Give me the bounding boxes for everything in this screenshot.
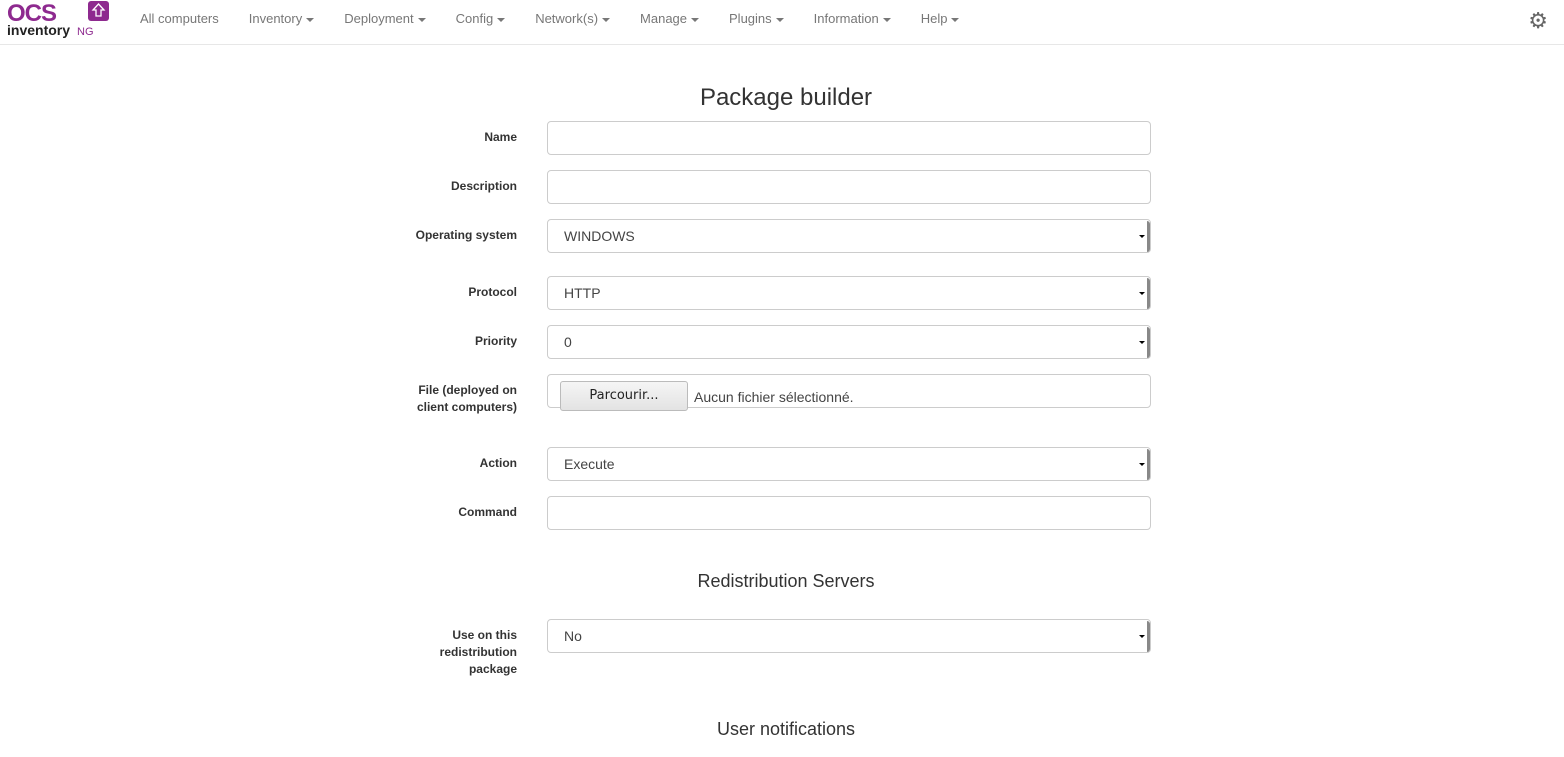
- caret-down-icon: [951, 17, 960, 22]
- dropdown-arrow-icon: [1139, 221, 1150, 252]
- command-input[interactable]: [547, 496, 1151, 530]
- nav-item-deployment[interactable]: Deployment: [329, 0, 440, 38]
- dropdown-arrow-icon: [1139, 327, 1150, 358]
- caret-down-icon: [602, 17, 611, 22]
- protocol-select[interactable]: HTTP: [547, 276, 1151, 310]
- nav-item-label: Config: [455, 11, 494, 26]
- name-input[interactable]: [547, 121, 1151, 155]
- os-value: WINDOWS: [564, 228, 635, 244]
- browse-button[interactable]: Parcourir...: [560, 381, 688, 411]
- protocol-label: Protocol: [468, 285, 517, 299]
- redistribution-title: Redistribution Servers: [697, 571, 875, 591]
- nav-item-label: Deployment: [344, 11, 414, 26]
- caret-down-icon: [882, 17, 891, 22]
- nav-item-label: All computers: [140, 11, 219, 26]
- svg-text:NG: NG: [77, 26, 94, 38]
- priority-value: 0: [564, 334, 572, 350]
- nav-item-inventory[interactable]: Inventory: [234, 0, 329, 38]
- nav-item-label: Help: [920, 11, 948, 26]
- dropdown-arrow-icon: [1139, 278, 1150, 309]
- nav-item-network-s[interactable]: Network(s): [520, 0, 625, 38]
- file-input[interactable]: Parcourir... Aucun fichier sélectionné.: [547, 374, 1151, 411]
- nav-item-label: Information: [813, 11, 879, 26]
- nav-item-label: Plugins: [729, 11, 772, 26]
- nav-item-config[interactable]: Config: [441, 0, 521, 38]
- file-label: File (deployed on client computers): [416, 383, 517, 414]
- dropdown-arrow-icon: [1139, 621, 1150, 652]
- redistribution-select[interactable]: No: [547, 619, 1151, 653]
- file-status: Aucun fichier sélectionné.: [694, 389, 854, 405]
- navbar: OCS inventory NG All computers Inventory D…: [0, 0, 1564, 45]
- description-label: Description: [450, 179, 517, 193]
- nav-item-label: Network(s): [535, 11, 599, 26]
- nav-item-plugins[interactable]: Plugins: [714, 0, 799, 38]
- action-label: Action: [479, 456, 517, 470]
- name-label: Name: [484, 130, 517, 144]
- command-label: Command: [458, 505, 517, 519]
- nav-item-information[interactable]: Information: [799, 0, 906, 38]
- os-label: Operating system: [415, 228, 517, 242]
- nav-item-label: Manage: [640, 11, 688, 26]
- page-title: Package builder: [699, 84, 873, 111]
- nav-item-all-computers[interactable]: All computers: [125, 0, 234, 38]
- nav-item-manage[interactable]: Manage: [625, 0, 714, 38]
- main-menu: All computers Inventory Deployment Config Ne…: [125, 0, 974, 38]
- priority-select[interactable]: 0: [547, 325, 1151, 359]
- ocs-logo[interactable]: OCS inventory NG: [7, 1, 111, 39]
- redistribution-value: No: [564, 628, 582, 644]
- redistribution-label: Use on this redistribution package: [439, 628, 517, 676]
- nav-item-label: Inventory: [248, 11, 303, 26]
- priority-label: Priority: [474, 334, 517, 348]
- svg-text:inventory: inventory: [7, 22, 70, 38]
- dropdown-arrow-icon: [1139, 449, 1150, 480]
- action-select[interactable]: Execute: [547, 447, 1151, 481]
- os-select[interactable]: WINDOWS: [547, 219, 1151, 253]
- action-value: Execute: [564, 456, 615, 472]
- notifications-title: User notifications: [716, 719, 856, 739]
- caret-down-icon: [497, 17, 506, 22]
- caret-down-icon: [691, 17, 700, 22]
- description-input[interactable]: [547, 170, 1151, 204]
- caret-down-icon: [417, 17, 426, 22]
- settings-gear-icon[interactable]: ⚙: [1528, 8, 1548, 34]
- nav-item-help[interactable]: Help: [906, 0, 975, 38]
- caret-down-icon: [775, 17, 784, 22]
- caret-down-icon: [306, 17, 315, 22]
- protocol-value: HTTP: [564, 285, 601, 301]
